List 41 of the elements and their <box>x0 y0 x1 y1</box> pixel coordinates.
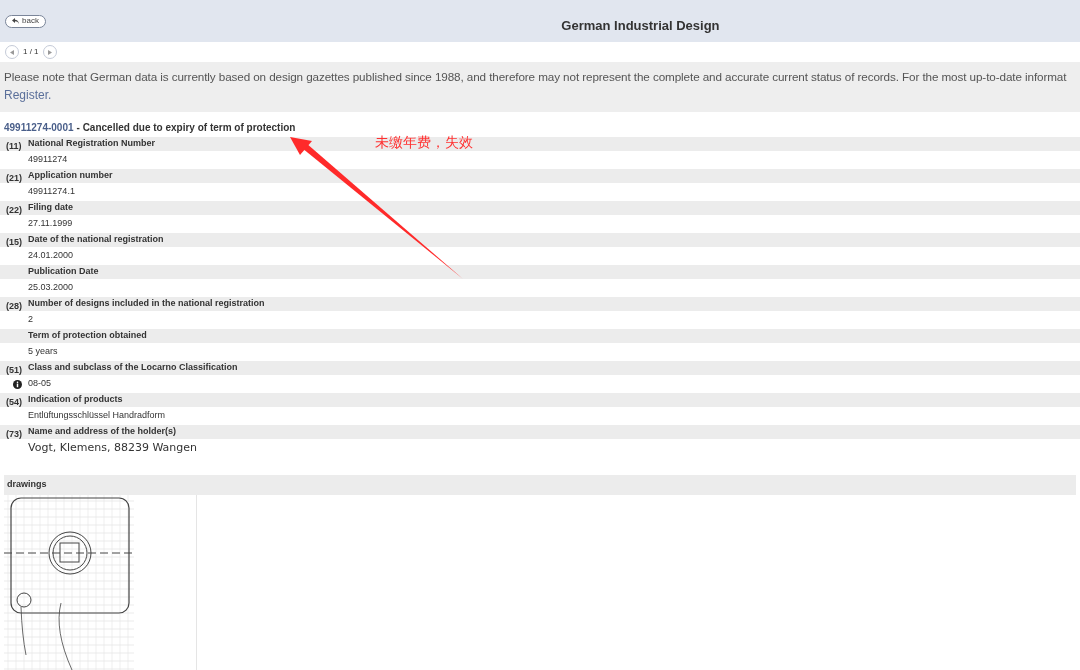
notice-text: Please note that German data is currently based on design gazettes published since 1988, and therefore may not represent the complete and accurate current status of records. For the most up-to-date informat <box>4 69 1068 85</box>
reply-arrow-icon <box>12 18 19 24</box>
field-code: (51) <box>6 365 22 375</box>
record-status: - Cancelled due to expiry of term of protection <box>76 121 296 135</box>
field-label: National Registration Number <box>28 137 155 151</box>
field-code: (21) <box>6 173 22 183</box>
field-label: Indication of products <box>28 393 123 407</box>
field-label: Name and address of the holder(s) <box>28 425 177 439</box>
field-value: 08-05 <box>28 377 52 391</box>
field-code: (11) <box>6 141 22 151</box>
field-label: Application number <box>28 169 113 183</box>
field-label: Term of protection obtained <box>28 329 147 343</box>
page-title: German Industrial Design <box>561 17 720 36</box>
field-value: Vogt, Klemens, 88239 Wangen <box>28 439 197 456</box>
field-code: (15) <box>6 237 22 247</box>
field-label: Class and subclass of the Locarno Classification <box>28 361 238 375</box>
field-value: 2 <box>28 313 33 327</box>
field-value: 49911274 <box>28 153 68 167</box>
field-label: Number of designs included in the national registration <box>28 297 265 311</box>
field-label: Publication Date <box>28 265 99 279</box>
field-value: 5 years <box>28 345 58 359</box>
previous-icon <box>10 49 14 55</box>
register-link[interactable]: Register. <box>4 87 52 103</box>
back-button[interactable]: back <box>5 14 46 28</box>
field-label: Filing date <box>28 201 73 215</box>
field-value: Entlüftungsschlüssel Handradform <box>28 409 166 423</box>
field-value: 49911274.1 <box>28 185 75 199</box>
field-value: 25.03.2000 <box>28 281 74 295</box>
info-icon[interactable] <box>13 379 22 389</box>
record-number-link[interactable]: 49911274-0001 <box>4 120 74 135</box>
field-code: (22) <box>6 205 22 215</box>
field-value: 27.11.1999 <box>28 217 73 231</box>
next-icon <box>47 49 52 55</box>
page-counter: 1 / 1 <box>23 46 39 58</box>
field-code: (54) <box>6 397 22 407</box>
annotation-text: 未缴年费，失效 <box>375 133 473 152</box>
field-code: (73) <box>6 429 22 439</box>
field-code: (28) <box>6 301 22 311</box>
drawings-heading: drawings <box>7 478 47 492</box>
field-label: Date of the national registration <box>28 233 164 247</box>
field-value: 24.01.2000 <box>28 249 74 263</box>
